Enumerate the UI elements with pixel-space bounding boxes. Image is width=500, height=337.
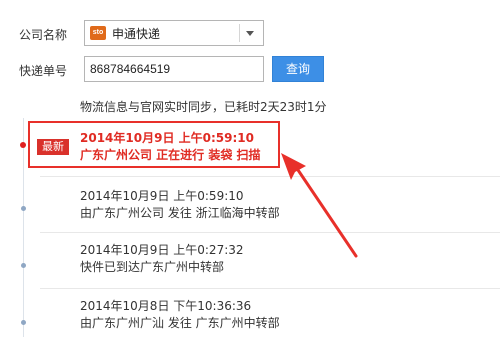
entry-status: 由广东广州公司 发往 浙江临海中转部 bbox=[80, 206, 280, 220]
company-label: 公司名称 bbox=[19, 28, 68, 42]
entry-time: 2014年10月9日 上午0:27:32 bbox=[80, 243, 244, 257]
query-button[interactable]: 查询 bbox=[272, 56, 324, 82]
select-divider bbox=[239, 24, 240, 42]
timeline-dot bbox=[20, 142, 26, 148]
separator bbox=[40, 288, 500, 289]
entry-time: 2014年10月9日 上午0:59:10 bbox=[80, 189, 244, 203]
company-select[interactable]: sto 申通快递 bbox=[84, 20, 264, 46]
timeline-dot bbox=[21, 263, 26, 268]
entry-status: 由广东广州广汕 发往 广东广州中转部 bbox=[80, 316, 280, 330]
tracking-number-input[interactable] bbox=[84, 56, 264, 82]
entry-status: 广东广州公司 正在进行 装袋 扫描 bbox=[80, 148, 261, 162]
timeline-dot bbox=[21, 206, 26, 211]
latest-badge: 最新 bbox=[37, 139, 69, 155]
sto-logo-icon: sto bbox=[90, 26, 106, 40]
entry-time: 2014年10月9日 上午0:59:10 bbox=[80, 131, 254, 145]
timeline-dot bbox=[21, 320, 26, 325]
chevron-down-icon[interactable] bbox=[246, 31, 254, 36]
annotation-arrow bbox=[281, 153, 358, 258]
separator bbox=[40, 232, 500, 233]
company-select-value: 申通快递 bbox=[112, 27, 161, 41]
separator bbox=[40, 176, 500, 177]
timeline-line bbox=[23, 118, 24, 337]
sync-note: 物流信息与官网实时同步，已耗时2天23时1分 bbox=[80, 100, 327, 114]
tracking-label: 快递单号 bbox=[19, 64, 68, 78]
entry-status: 快件已到达广东广州中转部 bbox=[80, 260, 225, 274]
entry-time: 2014年10月8日 下午10:36:36 bbox=[80, 299, 252, 313]
